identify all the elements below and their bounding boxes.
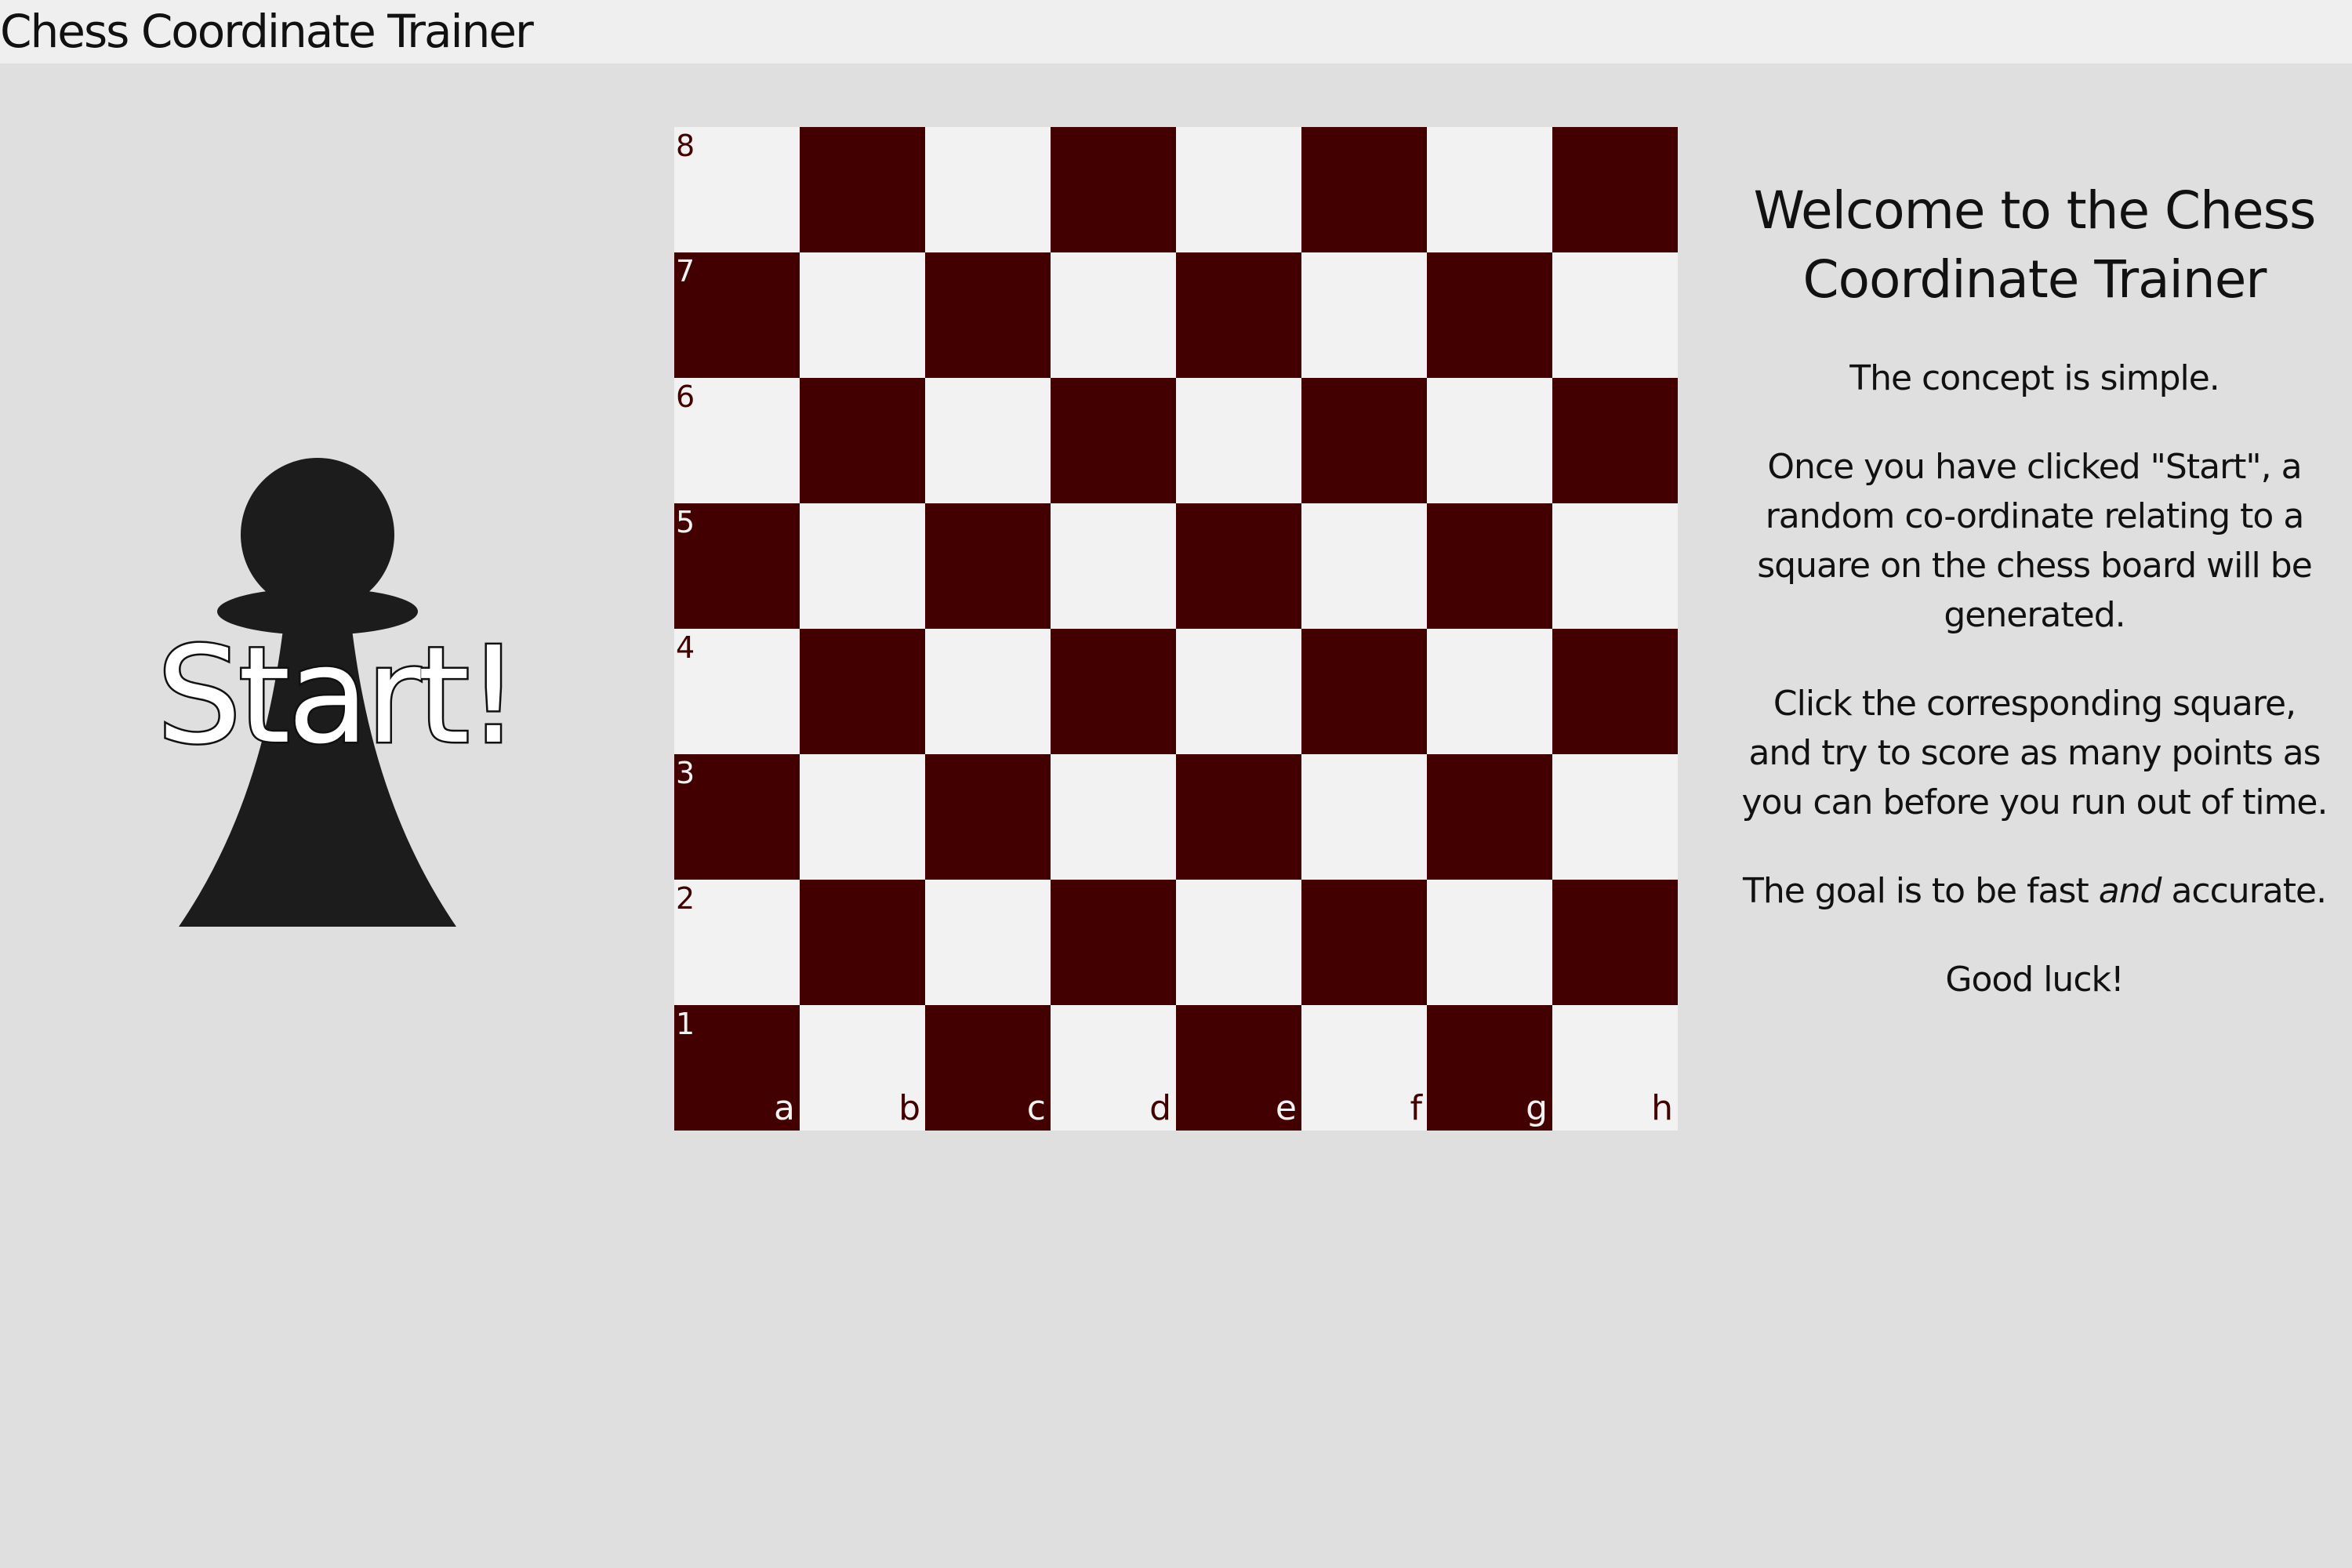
square-f3[interactable] xyxy=(1301,754,1427,880)
square-h1[interactable]: h xyxy=(1552,1005,1678,1131)
rank-label: 4 xyxy=(676,630,695,665)
goal-text-emphasis: and xyxy=(2098,871,2162,911)
square-b4[interactable] xyxy=(800,629,925,754)
square-a1[interactable]: 1a xyxy=(674,1005,800,1131)
square-h7[interactable] xyxy=(1552,252,1678,378)
square-d8[interactable] xyxy=(1051,127,1176,252)
info-paragraph-concept: The concept is simple. xyxy=(1849,358,2220,398)
square-d5[interactable] xyxy=(1051,503,1176,629)
title-bar: Chess Coordinate Trainer xyxy=(0,0,2352,64)
rank-label: 6 xyxy=(676,379,695,414)
square-a6[interactable]: 6 xyxy=(674,378,800,503)
square-a4[interactable]: 4 xyxy=(674,629,800,754)
square-g7[interactable] xyxy=(1427,252,1552,378)
file-label: g xyxy=(1526,1088,1548,1128)
square-f5[interactable] xyxy=(1301,503,1427,629)
square-e1[interactable]: e xyxy=(1176,1005,1301,1131)
square-b2[interactable] xyxy=(800,880,925,1005)
file-label: c xyxy=(1026,1088,1046,1128)
file-label: a xyxy=(774,1088,795,1128)
square-a8[interactable]: 8 xyxy=(674,127,800,252)
rank-label: 8 xyxy=(676,129,695,163)
start-button[interactable]: Start! xyxy=(155,455,522,941)
square-c1[interactable]: c xyxy=(925,1005,1051,1131)
square-a3[interactable]: 3 xyxy=(674,754,800,880)
file-label: e xyxy=(1275,1088,1297,1128)
square-h3[interactable] xyxy=(1552,754,1678,880)
square-b7[interactable] xyxy=(800,252,925,378)
start-label[interactable]: Start! xyxy=(155,624,522,769)
info-panel: Welcome to the Chess Coordinate Trainer … xyxy=(1740,176,2328,1044)
square-d1[interactable]: d xyxy=(1051,1005,1176,1131)
square-e7[interactable] xyxy=(1176,252,1301,378)
square-a5[interactable]: 5 xyxy=(674,503,800,629)
square-g2[interactable] xyxy=(1427,880,1552,1005)
square-f1[interactable]: f xyxy=(1301,1005,1427,1131)
app: Chess Coordinate Trainer Start! 8 7 6 5 4 3 2 1… xyxy=(0,0,2352,1568)
file-label: h xyxy=(1651,1088,1673,1128)
rank-label: 2 xyxy=(676,881,695,916)
app-title: Chess Coordinate Trainer xyxy=(0,5,534,58)
square-h8[interactable] xyxy=(1552,127,1678,252)
square-e6[interactable] xyxy=(1176,378,1301,503)
square-c5[interactable] xyxy=(925,503,1051,629)
info-paragraph-luck: Good luck! xyxy=(1945,960,2124,1000)
square-g8[interactable] xyxy=(1427,127,1552,252)
rank-label: 7 xyxy=(676,254,695,289)
square-g5[interactable] xyxy=(1427,503,1552,629)
square-b5[interactable] xyxy=(800,503,925,629)
square-e3[interactable] xyxy=(1176,754,1301,880)
square-d7[interactable] xyxy=(1051,252,1176,378)
square-h4[interactable] xyxy=(1552,629,1678,754)
goal-text-before: The goal is to be fast xyxy=(1742,871,2099,911)
square-b3[interactable] xyxy=(800,754,925,880)
info-paragraph-start: Once you have clicked "Start", a random … xyxy=(1757,447,2313,635)
info-paragraph-goal: The goal is to be fast and accurate. xyxy=(1740,866,2328,916)
rank-label: 3 xyxy=(676,756,695,790)
square-g3[interactable] xyxy=(1427,754,1552,880)
square-a2[interactable]: 2 xyxy=(674,880,800,1005)
square-h5[interactable] xyxy=(1552,503,1678,629)
square-d2[interactable] xyxy=(1051,880,1176,1005)
square-f4[interactable] xyxy=(1301,629,1427,754)
square-g4[interactable] xyxy=(1427,629,1552,754)
square-e5[interactable] xyxy=(1176,503,1301,629)
square-f6[interactable] xyxy=(1301,378,1427,503)
square-c2[interactable] xyxy=(925,880,1051,1005)
square-b6[interactable] xyxy=(800,378,925,503)
square-c8[interactable] xyxy=(925,127,1051,252)
square-c7[interactable] xyxy=(925,252,1051,378)
square-b1[interactable]: b xyxy=(800,1005,925,1131)
square-d6[interactable] xyxy=(1051,378,1176,503)
rank-label: 1 xyxy=(676,1007,695,1041)
square-d4[interactable] xyxy=(1051,629,1176,754)
square-c6[interactable] xyxy=(925,378,1051,503)
square-d3[interactable] xyxy=(1051,754,1176,880)
info-paragraph-click: Click the corresponding square, and try … xyxy=(1741,684,2328,822)
square-g1[interactable]: g xyxy=(1427,1005,1552,1131)
square-c3[interactable] xyxy=(925,754,1051,880)
square-b8[interactable] xyxy=(800,127,925,252)
square-g6[interactable] xyxy=(1427,378,1552,503)
square-h2[interactable] xyxy=(1552,880,1678,1005)
file-label: f xyxy=(1410,1088,1423,1128)
square-f2[interactable] xyxy=(1301,880,1427,1005)
rank-label: 5 xyxy=(676,505,695,539)
chess-board: 87654321abcdefgh xyxy=(674,127,1678,1131)
file-label: d xyxy=(1149,1088,1171,1128)
file-label: b xyxy=(898,1088,920,1128)
goal-text-after: accurate. xyxy=(2161,871,2327,911)
square-f8[interactable] xyxy=(1301,127,1427,252)
square-e4[interactable] xyxy=(1176,629,1301,754)
square-h6[interactable] xyxy=(1552,378,1678,503)
square-a7[interactable]: 7 xyxy=(674,252,800,378)
square-e2[interactable] xyxy=(1176,880,1301,1005)
welcome-heading: Welcome to the Chess Coordinate Trainer xyxy=(1753,180,2317,310)
square-f7[interactable] xyxy=(1301,252,1427,378)
square-e8[interactable] xyxy=(1176,127,1301,252)
square-c4[interactable] xyxy=(925,629,1051,754)
